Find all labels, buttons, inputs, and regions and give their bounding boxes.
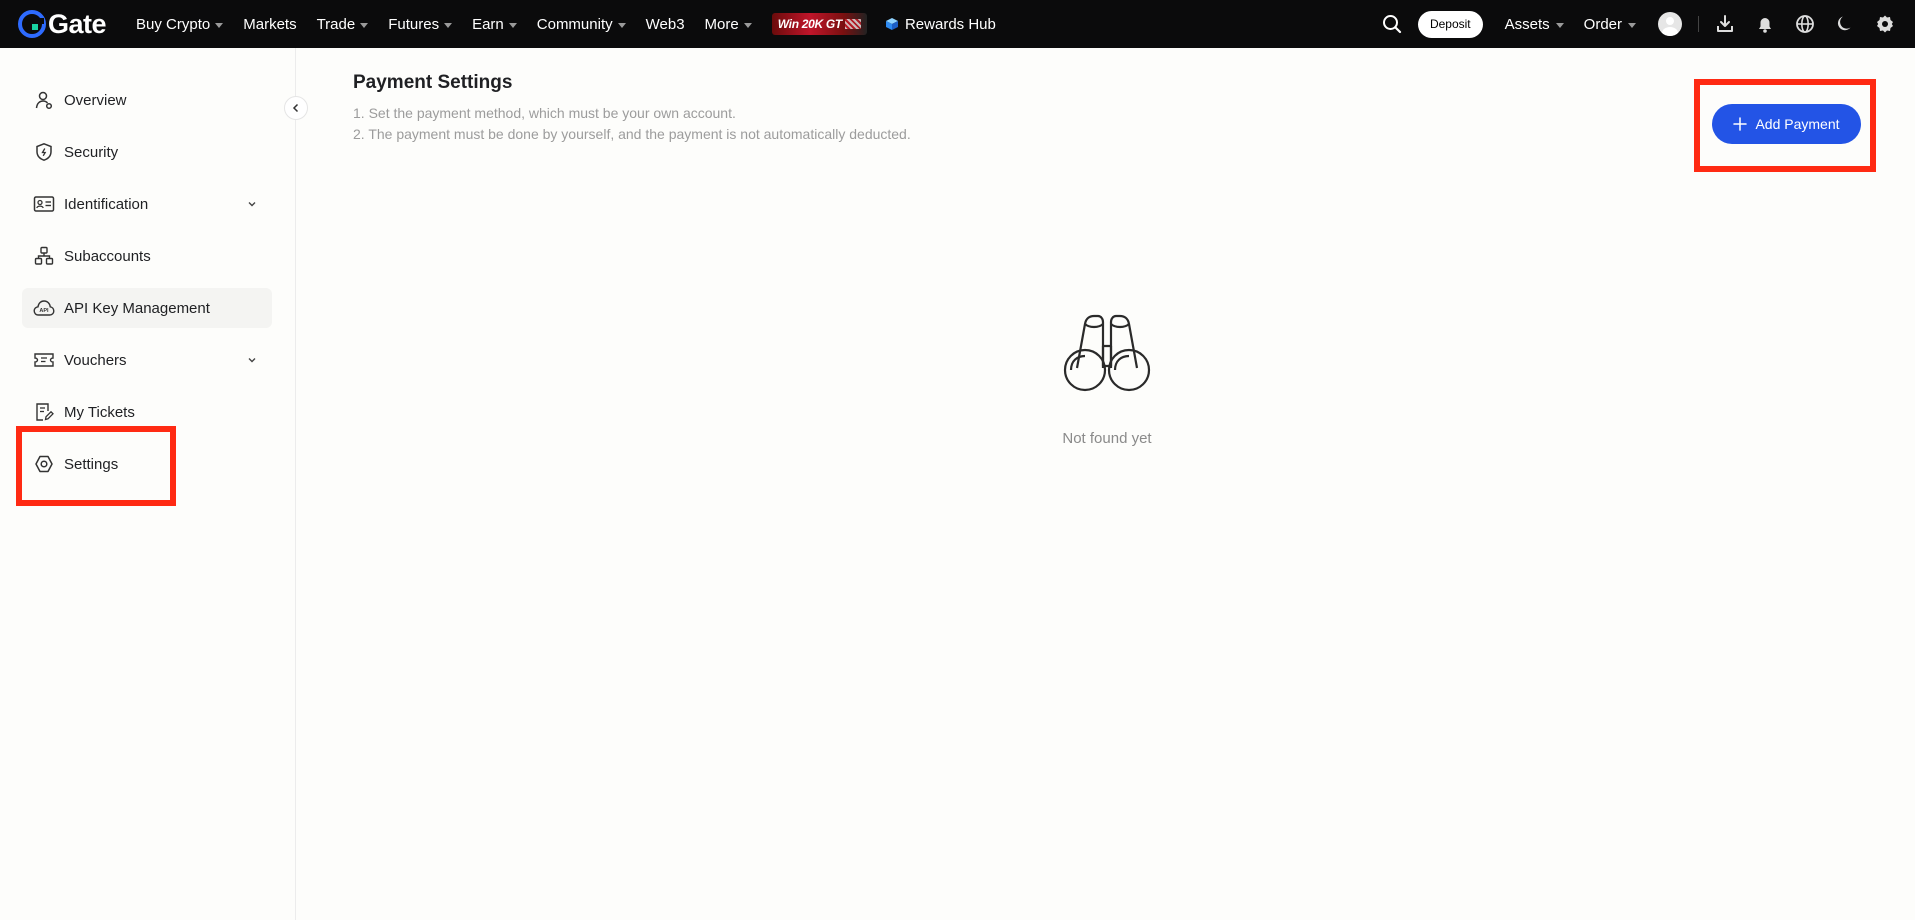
sidebar-item-label: Security [64,143,119,161]
sidebar-item-api-key-management[interactable]: API API Key Management [22,288,272,328]
sidebar-item-vouchers[interactable]: Vouchers [22,340,272,380]
checkered-flag-icon [844,19,861,29]
gate-logo-icon [18,10,46,38]
chevron-left-icon [292,103,299,113]
main-content: Payment Settings 1. Set the payment meth… [353,48,1915,920]
sidebar-item-label: My Tickets [64,403,135,421]
nav-label: Community [536,15,613,33]
api-cloud-icon: API [33,297,55,319]
nav-trade[interactable]: Trade [307,0,379,48]
nav-more[interactable]: More [695,0,762,48]
caret-down-icon [444,22,453,28]
add-payment-label: Add Payment [1755,116,1840,132]
shield-icon [33,141,55,163]
deposit-button[interactable]: Deposit [1417,10,1483,38]
sidebar-item-label: API Key Management [64,299,210,317]
nav-label: Futures [388,15,440,33]
avatar[interactable] [1658,12,1682,36]
order-menu[interactable]: Order [1574,16,1646,33]
sidebar: Overview Security Identification Subacco… [0,48,296,920]
divider [1698,16,1699,32]
language-button[interactable] [1785,0,1825,48]
nav-buy-crypto[interactable]: Buy Crypto [126,0,233,48]
sidebar-item-my-tickets[interactable]: My Tickets [22,392,272,432]
sidebar-item-subaccounts[interactable]: Subaccounts [22,236,272,276]
nav-label: Buy Crypto [136,15,211,33]
caret-down-icon [360,22,369,28]
cube-icon [885,18,898,30]
assets-label: Assets [1504,15,1550,33]
caret-down-icon [1555,22,1564,28]
theme-toggle-button[interactable] [1825,0,1865,48]
bell-icon [1759,18,1771,33]
logo-wordmark: Gate [48,8,107,39]
notifications-button[interactable] [1745,0,1785,48]
sidebar-item-label: Subaccounts [64,247,151,265]
sidebar-collapse-button[interactable] [284,96,308,120]
moon-icon [1837,16,1851,31]
gear-icon [1877,15,1893,33]
svg-text:API: API [39,308,49,314]
sidebar-item-label: Overview [64,91,127,109]
add-payment-button[interactable]: Add Payment [1712,104,1861,144]
sidebar-item-label: Identification [64,195,149,213]
promo-text: Win 20K GT [777,17,843,31]
voucher-icon [33,349,55,371]
sidebar-item-settings[interactable]: Settings [22,444,272,484]
order-label: Order [1583,15,1622,33]
download-icon [1717,15,1733,32]
empty-state [1047,310,1167,399]
nav-markets[interactable]: Markets [233,0,306,48]
nav-label: Earn [472,15,504,33]
search-icon [1382,15,1402,34]
nav-web3[interactable]: Web3 [636,0,695,48]
id-card-icon [33,193,55,215]
sidebar-item-security[interactable]: Security [22,132,272,172]
nav-rewards-hub[interactable]: Rewards Hub [875,0,1006,48]
search-button[interactable] [1372,0,1412,48]
settings-button[interactable] [1865,0,1905,48]
main-nav: Buy Crypto Markets Trade Futures Earn Co… [126,0,1006,48]
nav-label: More [704,15,739,33]
user-icon [33,89,55,111]
download-button[interactable] [1705,0,1745,48]
nav-community[interactable]: Community [527,0,636,48]
sidebar-item-label: Settings [64,455,119,473]
nav-label: Trade [316,15,356,33]
sidebar-item-identification[interactable]: Identification [22,184,272,224]
binoculars-icon [1063,314,1151,392]
chevron-down-icon [248,358,256,363]
nav-earn[interactable]: Earn [462,0,527,48]
assets-menu[interactable]: Assets [1495,16,1574,33]
empty-state-text: Not found yet [1062,430,1152,447]
gate-logo[interactable]: Gate [18,0,107,48]
rewards-label: Rewards Hub [904,15,996,33]
top-right-tools: Deposit Assets Order [1372,0,1905,48]
caret-down-icon [743,22,752,28]
page-title: Payment Settings [353,72,513,93]
subaccounts-icon [33,245,55,267]
nav-label: Markets [243,15,297,33]
settings-gear-icon [33,453,55,475]
globe-icon [1796,15,1814,33]
caret-down-icon [508,22,517,28]
caret-down-icon [1628,22,1636,28]
instruction-note: 2. The payment must be done by yourself,… [353,126,911,142]
caret-down-icon [617,22,626,28]
plus-icon [1733,117,1748,131]
sidebar-item-label: Vouchers [64,351,127,369]
sidebar-item-overview[interactable]: Overview [22,80,272,120]
caret-down-icon [215,22,224,28]
top-nav-bar: Gate Buy Crypto Markets Trade Futures Ea… [0,0,1915,48]
chevron-down-icon [248,202,256,207]
promo-banner[interactable]: Win 20K GT [771,13,867,35]
instruction-note: 1. Set the payment method, which must be… [353,105,736,121]
nav-label: Web3 [645,15,685,33]
nav-futures[interactable]: Futures [378,0,462,48]
ticket-icon [33,401,55,423]
